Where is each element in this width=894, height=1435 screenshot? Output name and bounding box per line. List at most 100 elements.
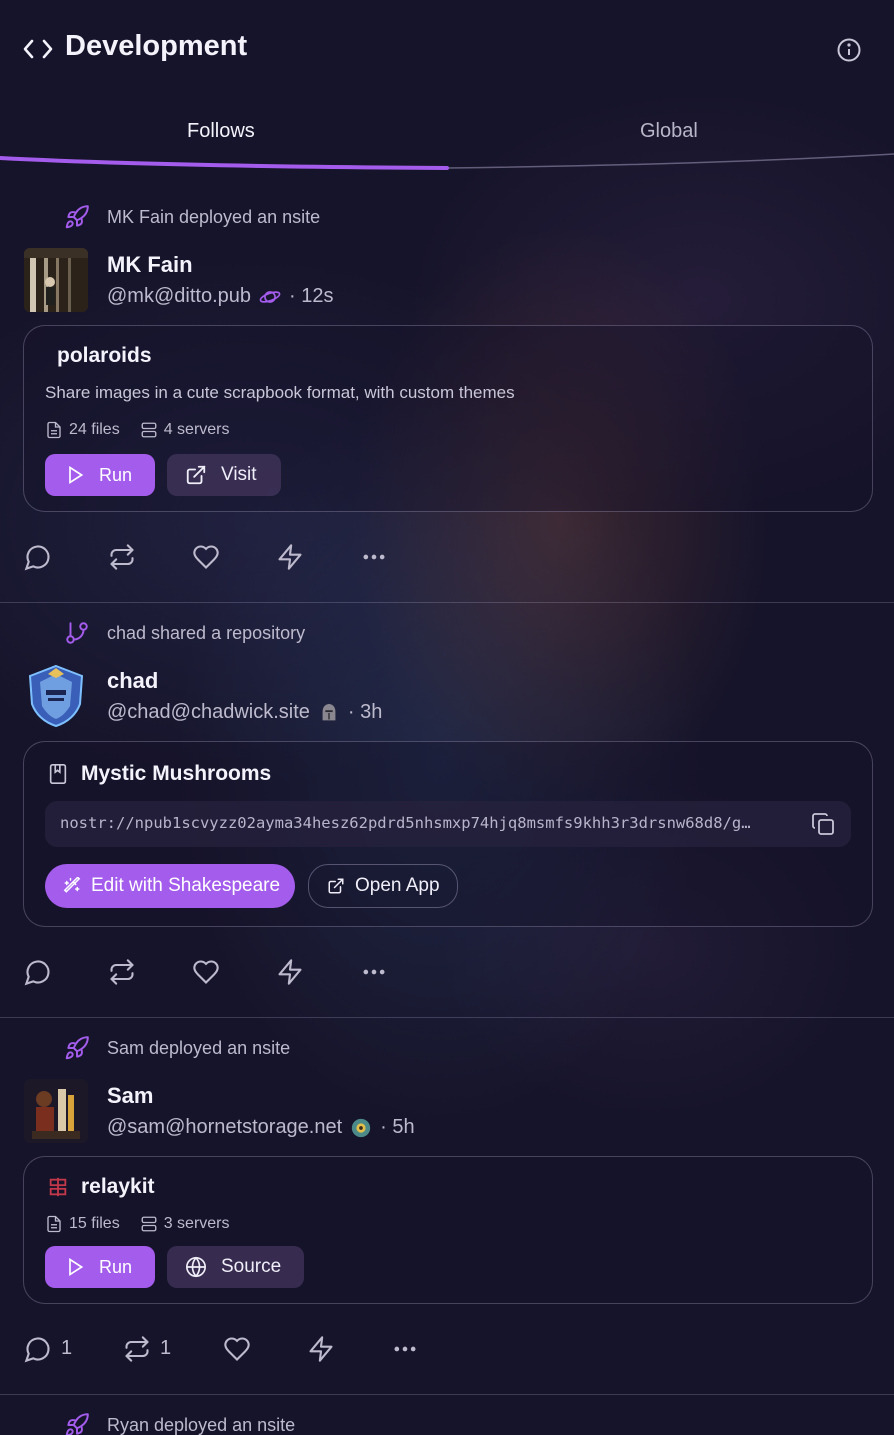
source-label: Source [221, 1256, 282, 1277]
globe-icon [186, 1256, 206, 1278]
author-handle[interactable]: @mk@ditto.pub [107, 285, 251, 308]
activity-text: MK Fain deployed an nsite [107, 206, 321, 227]
avatar[interactable] [24, 248, 88, 312]
post-time: · 12s [289, 285, 334, 307]
avatar[interactable] [24, 664, 88, 728]
run-label: Run [99, 1256, 133, 1277]
tab-follows[interactable]: Follows [187, 120, 255, 143]
nsite-meta: 15 files 3 servers [45, 1215, 230, 1233]
repository-title: Mystic Mushrooms [81, 762, 272, 785]
rocket-icon [65, 205, 89, 229]
author-handle-row: @mk@ditto.pub · 12s [107, 285, 333, 308]
file-count: 15 files [69, 1215, 120, 1232]
header: Development [0, 0, 894, 96]
rocket-icon [65, 1036, 89, 1060]
author-handle[interactable]: @sam@hornetstorage.net [107, 1116, 342, 1139]
post-divider [0, 602, 894, 603]
run-button[interactable]: Run [45, 454, 155, 496]
author-name[interactable]: Sam [107, 1083, 153, 1109]
tab-global[interactable]: Global [640, 120, 698, 143]
heart-icon[interactable] [192, 958, 220, 986]
reply-icon[interactable] [24, 1335, 52, 1363]
planet-icon [259, 290, 281, 303]
server-icon [141, 1216, 157, 1232]
edit-with-shakespeare-button[interactable]: Edit with Shakespeare [45, 864, 295, 908]
zap-icon[interactable] [276, 543, 304, 571]
post-actions: 1 1 [24, 1335, 524, 1363]
repost-icon[interactable] [108, 958, 136, 986]
activity-text: chad shared a repository [107, 622, 306, 643]
post-time: · 5h [380, 1116, 415, 1138]
page-title: Development [65, 30, 248, 62]
reply-count: 1 [61, 1337, 73, 1359]
external-link-icon [186, 465, 206, 485]
visit-button[interactable]: Visit [167, 454, 281, 496]
post-actions [24, 543, 524, 571]
open-app-label: Open App [355, 875, 440, 896]
repository-url-text: nostr://npub1scvyzz02ayma34hesz62pdrd5nh… [60, 814, 751, 832]
external-link-icon [328, 878, 344, 894]
more-icon[interactable] [360, 958, 388, 986]
feed-tabs: Follows Global [0, 104, 894, 178]
repost-icon[interactable] [123, 1335, 151, 1363]
nsite-description: Share images in a cute scrapbook format,… [45, 383, 515, 402]
activity-text: Sam deployed an nsite [107, 1037, 291, 1058]
git-branch-icon [66, 622, 88, 644]
author-handle[interactable]: @chad@chadwick.site [107, 701, 310, 724]
open-app-button[interactable]: Open App [308, 864, 458, 908]
magic-wand-icon [63, 877, 81, 893]
nsite-meta: 24 files 4 servers [45, 421, 230, 439]
file-icon [47, 421, 61, 439]
more-icon[interactable] [391, 1335, 419, 1363]
source-button[interactable]: Source [167, 1246, 304, 1288]
author-handle-row: @sam@hornetstorage.net · 5h [107, 1116, 415, 1139]
repost-icon[interactable] [108, 543, 136, 571]
author-name[interactable]: chad [107, 668, 158, 694]
knight-helmet-avatar [28, 664, 84, 728]
code-icon [23, 39, 53, 59]
server-count: 3 servers [163, 1215, 230, 1232]
reply-icon[interactable] [24, 958, 52, 986]
more-icon[interactable] [360, 543, 388, 571]
play-icon [69, 465, 84, 485]
repository-card[interactable]: Mystic Mushrooms nostr://npub1scvyzz02ay… [23, 741, 873, 927]
run-button[interactable]: Run [45, 1246, 155, 1288]
reply-icon[interactable] [24, 543, 52, 571]
avatar-photo [24, 248, 88, 312]
author-handle-row: @chad@chadwick.site · 3h [107, 701, 382, 724]
server-icon [141, 422, 157, 438]
edit-label: Edit with Shakespeare [91, 875, 281, 896]
post-actions [24, 958, 524, 986]
server-count: 4 servers [163, 421, 230, 438]
heart-icon[interactable] [223, 1335, 251, 1363]
knight-helmet-icon [322, 703, 336, 720]
nsite-title: polaroids [57, 344, 152, 367]
file-icon [47, 1215, 61, 1233]
author-name[interactable]: MK Fain [107, 252, 193, 278]
activity-text: Ryan deployed an nsite [107, 1414, 296, 1435]
heart-icon[interactable] [192, 543, 220, 571]
post-divider [0, 1017, 894, 1018]
run-label: Run [99, 464, 133, 485]
visit-label: Visit [221, 464, 257, 485]
nsite-card[interactable]: polaroids Share images in a cute scrapbo… [23, 325, 873, 512]
play-icon [69, 1257, 84, 1277]
hornet-badge-icon [352, 1118, 371, 1137]
repository-url[interactable]: nostr://npub1scvyzz02ayma34hesz62pdrd5nh… [45, 801, 851, 847]
avatar-photo [24, 1079, 88, 1143]
nsite-card[interactable]: relaykit 15 files 3 servers Run Source [23, 1156, 873, 1304]
file-count: 24 files [69, 421, 120, 438]
post-time: · 3h [347, 701, 383, 723]
tab-underline [0, 153, 894, 170]
book-icon [49, 764, 67, 784]
zap-icon[interactable] [307, 1335, 335, 1363]
info-icon[interactable] [836, 37, 862, 63]
nsite-title: relaykit [81, 1175, 155, 1198]
avatar[interactable] [24, 1079, 88, 1143]
zap-icon[interactable] [276, 958, 304, 986]
repost-count: 1 [160, 1337, 172, 1359]
nsite-logo-icon [49, 1177, 67, 1197]
copy-icon[interactable] [811, 812, 835, 836]
rocket-icon [65, 1413, 89, 1435]
post-divider [0, 1394, 894, 1395]
